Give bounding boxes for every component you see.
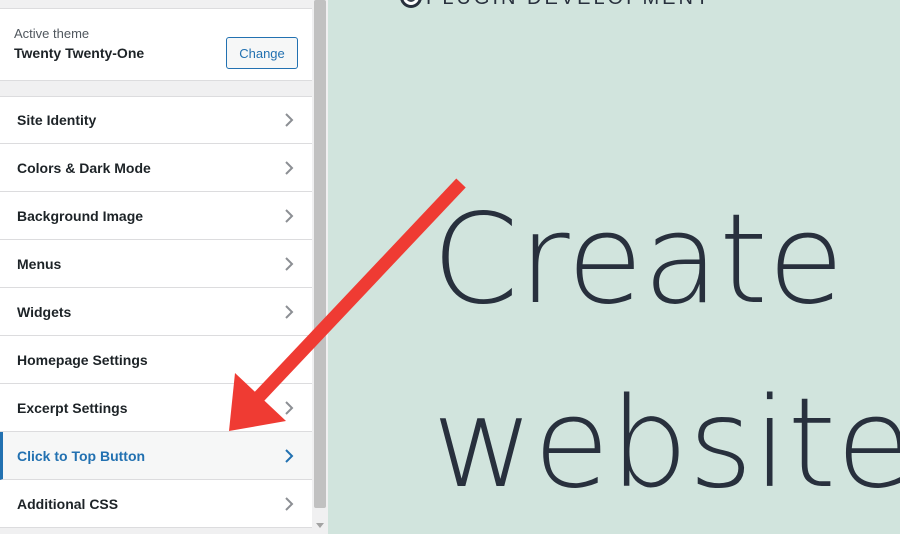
menu-item-colors-dark-mode[interactable]: Colors & Dark Mode <box>0 144 312 192</box>
chevron-right-icon <box>285 304 294 319</box>
menu-item-label: Widgets <box>17 303 72 320</box>
sidebar-scrollbar[interactable] <box>312 0 328 534</box>
site-logo-icon <box>400 0 422 8</box>
chevron-right-icon <box>285 113 294 127</box>
active-theme-label: Active theme <box>14 26 90 41</box>
menu-item-label: Additional CSS <box>17 495 119 512</box>
menu-item-menus[interactable]: Menus <box>0 240 312 288</box>
chevron-right-icon <box>285 496 294 511</box>
chevron-right-icon <box>285 448 294 463</box>
menu-item-label: Homepage Settings <box>17 351 148 368</box>
scrollbar-thumb[interactable] <box>314 0 326 508</box>
menu-item-label: Colors & Dark Mode <box>17 159 151 176</box>
menu-item-label: Site Identity <box>17 112 97 128</box>
hero-heading: Create website <box>432 168 900 534</box>
site-preview: PLUGIN DEVELOPMENT Create website <box>328 0 900 534</box>
menu-item-label: Menus <box>17 255 62 272</box>
menu-item-label: Click to Top Button <box>17 447 146 464</box>
active-theme-panel: Active theme Twenty Twenty-One Change <box>0 8 312 81</box>
change-theme-button[interactable]: Change <box>226 37 298 69</box>
chevron-right-icon <box>285 256 294 271</box>
chevron-right-icon <box>285 400 294 415</box>
customizer-menu: Site Identity Colors & Dark Mode Backgro… <box>0 96 312 528</box>
menu-item-homepage-settings[interactable]: Homepage Settings <box>0 336 312 384</box>
menu-item-label: Background Image <box>17 207 144 224</box>
menu-item-site-identity[interactable]: Site Identity <box>0 96 312 144</box>
hero-line-2: website <box>432 372 900 516</box>
menu-item-additional-css[interactable]: Additional CSS <box>0 480 312 528</box>
scroll-down-arrow-icon[interactable] <box>316 523 324 528</box>
chevron-right-icon <box>285 208 294 223</box>
menu-item-widgets[interactable]: Widgets <box>0 288 312 336</box>
menu-item-background-image[interactable]: Background Image <box>0 192 312 240</box>
site-title[interactable]: PLUGIN DEVELOPMENT <box>426 0 711 10</box>
customizer-sidebar: Active theme Twenty Twenty-One Change Si… <box>0 0 312 534</box>
chevron-right-icon <box>285 160 294 175</box>
hero-line-1: Create <box>432 188 845 332</box>
menu-item-click-to-top-button[interactable]: Click to Top Button <box>0 432 312 480</box>
menu-item-excerpt-settings[interactable]: Excerpt Settings <box>0 384 312 432</box>
active-theme-name: Twenty Twenty-One <box>14 45 145 61</box>
menu-item-label: Excerpt Settings <box>17 399 128 416</box>
